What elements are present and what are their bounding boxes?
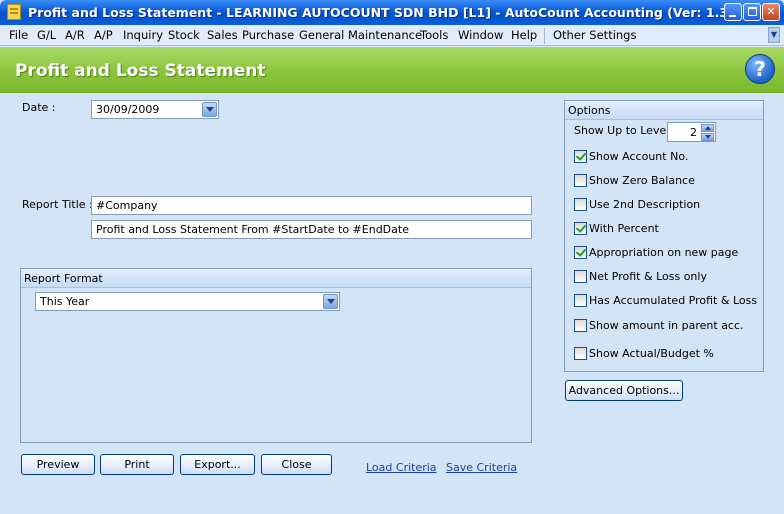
app-icon bbox=[7, 4, 21, 20]
minimize-button[interactable] bbox=[724, 3, 742, 21]
menu-separator bbox=[544, 28, 545, 44]
report-format-value: This Year bbox=[40, 295, 90, 308]
menu-window[interactable]: Window bbox=[458, 28, 503, 42]
menu-purchase[interactable]: Purchase bbox=[242, 28, 294, 42]
save-criteria-link[interactable]: Save Criteria bbox=[446, 461, 517, 474]
level-value: 2 bbox=[690, 126, 697, 139]
menu-stock[interactable]: Stock bbox=[168, 28, 200, 42]
maximize-button[interactable] bbox=[743, 3, 761, 21]
chevron-down-icon[interactable] bbox=[323, 294, 338, 309]
close-window-button[interactable]: ✕ bbox=[762, 3, 780, 21]
checkbox-show-account-no[interactable] bbox=[574, 150, 587, 163]
spin-down-icon[interactable] bbox=[701, 133, 714, 141]
menu-inquiry[interactable]: Inquiry bbox=[123, 28, 163, 42]
menu-ap[interactable]: A/P bbox=[94, 28, 113, 42]
minimize-icon bbox=[729, 15, 736, 17]
option-label: Has Accumulated Profit & Loss bbox=[589, 294, 758, 307]
option-label: Show amount in parent acc. bbox=[589, 319, 744, 332]
load-criteria-link[interactable]: Load Criteria bbox=[366, 461, 437, 474]
option-label: Show Actual/Budget % bbox=[589, 347, 714, 360]
help-icon[interactable]: ? bbox=[745, 54, 775, 84]
show-up-to-level-label: Show Up to Level bbox=[574, 124, 670, 137]
maximize-icon bbox=[748, 7, 757, 16]
option-label: Show Zero Balance bbox=[589, 174, 695, 187]
spin-up-icon[interactable] bbox=[701, 124, 714, 132]
date-value: 30/09/2009 bbox=[96, 103, 160, 116]
checkbox-has-accumulated-profit-loss[interactable] bbox=[574, 294, 587, 307]
print-button[interactable]: Print bbox=[100, 454, 174, 475]
option-label: Show Account No. bbox=[589, 150, 689, 163]
menu-bar: File G/L A/R A/P Inquiry Stock Sales Pur… bbox=[0, 25, 784, 46]
option-label: With Percent bbox=[589, 222, 659, 235]
options-title: Options bbox=[565, 101, 763, 120]
option-label: Use 2nd Description bbox=[589, 198, 701, 211]
page-header: Profit and Loss Statement bbox=[0, 47, 784, 93]
report-title-value-2: Profit and Loss Statement From #StartDat… bbox=[96, 223, 409, 236]
calendar-dropdown-icon[interactable] bbox=[202, 102, 217, 117]
report-format-title: Report Format bbox=[21, 269, 531, 288]
option-label: Appropriation on new page bbox=[589, 246, 739, 259]
report-title-field-1[interactable]: #Company bbox=[91, 196, 532, 215]
page-title: Profit and Loss Statement bbox=[15, 61, 266, 81]
close-icon: ✕ bbox=[766, 5, 776, 18]
export-button[interactable]: Export... bbox=[180, 454, 255, 475]
date-field[interactable]: 30/09/2009 bbox=[91, 100, 219, 119]
menu-other-settings[interactable]: Other Settings bbox=[553, 28, 636, 42]
advanced-options-button[interactable]: Advanced Options... bbox=[565, 380, 683, 401]
title-bar: Profit and Loss Statement - LEARNING AUT… bbox=[0, 0, 784, 25]
level-stepper[interactable]: 2 bbox=[667, 122, 716, 142]
checkbox-with-percent[interactable] bbox=[574, 222, 587, 235]
option-label: Net Profit & Loss only bbox=[589, 270, 707, 283]
checkbox-show-actual-budget[interactable] bbox=[574, 347, 587, 360]
menu-ar[interactable]: A/R bbox=[65, 28, 85, 42]
window-title: Profit and Loss Statement - LEARNING AUT… bbox=[28, 5, 761, 20]
menu-tools[interactable]: Tools bbox=[420, 28, 448, 42]
preview-button[interactable]: Preview bbox=[21, 454, 95, 475]
checkbox-net-profit-loss-only[interactable] bbox=[574, 270, 587, 283]
menu-help[interactable]: Help bbox=[511, 28, 537, 42]
menu-gl[interactable]: G/L bbox=[37, 28, 56, 42]
date-label: Date : bbox=[22, 101, 56, 114]
menu-file[interactable]: File bbox=[9, 28, 28, 42]
report-format-select[interactable]: This Year bbox=[35, 292, 340, 311]
report-title-field-2[interactable]: Profit and Loss Statement From #StartDat… bbox=[91, 220, 532, 239]
checkbox-show-amount-parent-acc[interactable] bbox=[574, 319, 587, 332]
checkbox-appropriation-new-page[interactable] bbox=[574, 246, 587, 259]
menu-general-maintenance[interactable]: General Maintenance bbox=[299, 28, 422, 42]
menu-sales[interactable]: Sales bbox=[207, 28, 238, 42]
checkbox-show-zero-balance[interactable] bbox=[574, 174, 587, 187]
report-title-value-1: #Company bbox=[96, 199, 158, 212]
report-title-label: Report Title : bbox=[22, 198, 93, 211]
close-button[interactable]: Close bbox=[261, 454, 332, 475]
checkbox-use-2nd-description[interactable] bbox=[574, 198, 587, 211]
menu-overflow-chevron-icon[interactable]: ▼ bbox=[768, 27, 780, 43]
